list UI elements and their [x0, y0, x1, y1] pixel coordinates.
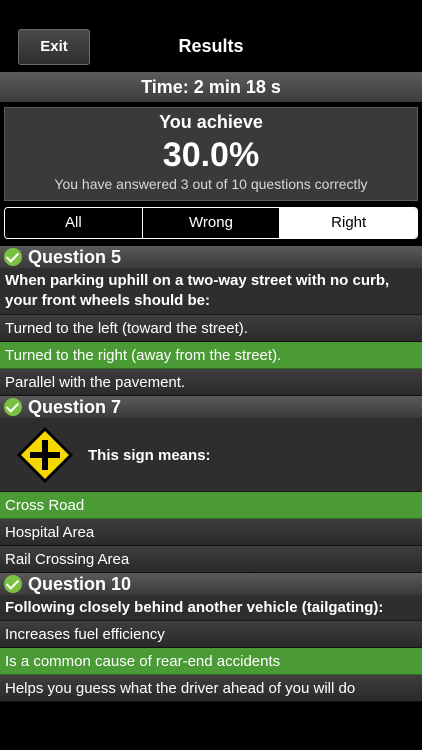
question-title: Question 10	[28, 573, 132, 594]
question-list[interactable]: Question 5 When parking uphill on a two-…	[0, 246, 422, 702]
crossroad-sign-icon	[17, 427, 73, 483]
question-header: Question 10	[0, 573, 422, 595]
answer-item: Turned to the left (toward the street).	[0, 315, 422, 342]
answer-item: Hospital Area	[0, 519, 422, 546]
score-value: 30.0%	[162, 136, 260, 174]
bottom-area	[0, 705, 422, 750]
question-image-row: This sign means:	[0, 418, 422, 492]
answer-item: Parallel with the pavement.	[0, 369, 422, 396]
answer-item: Rail Crossing Area	[0, 546, 422, 573]
filter-all-button[interactable]: All	[5, 208, 143, 238]
filter-wrong-button[interactable]: Wrong	[142, 208, 281, 238]
question-title: Question 7	[28, 396, 122, 417]
answer-item-correct: Turned to the right (away from the stree…	[0, 342, 422, 369]
navbar: Exit Results	[0, 0, 422, 72]
filter-right-button[interactable]: Right	[280, 208, 417, 238]
question-title: Question 5	[28, 246, 122, 267]
question-text: This sign means:	[88, 447, 211, 464]
score-panel: You achieve 30.0% You have answered 3 ou…	[4, 107, 418, 201]
check-icon	[4, 248, 22, 266]
score-label: You achieve	[159, 112, 263, 132]
filter-segmented-control: All Wrong Right	[4, 207, 418, 239]
question-text: When parking uphill on a two-way street …	[0, 268, 422, 315]
page-title: Results	[178, 36, 244, 56]
question-header: Question 7	[0, 396, 422, 418]
answer-item: Helps you guess what the driver ahead of…	[0, 675, 422, 702]
answer-item-correct: Is a common cause of rear-end accidents	[0, 648, 422, 675]
answer-item: Increases fuel efficiency	[0, 621, 422, 648]
question-header: Question 5	[0, 246, 422, 268]
time-bar: Time: 2 min 18 s	[0, 72, 422, 102]
question-text: Following closely behind another vehicle…	[0, 595, 422, 621]
score-detail: You have answered 3 out of 10 questions …	[54, 176, 368, 192]
check-icon	[4, 575, 22, 593]
answer-item-correct: Cross Road	[0, 492, 422, 519]
check-icon	[4, 398, 22, 416]
